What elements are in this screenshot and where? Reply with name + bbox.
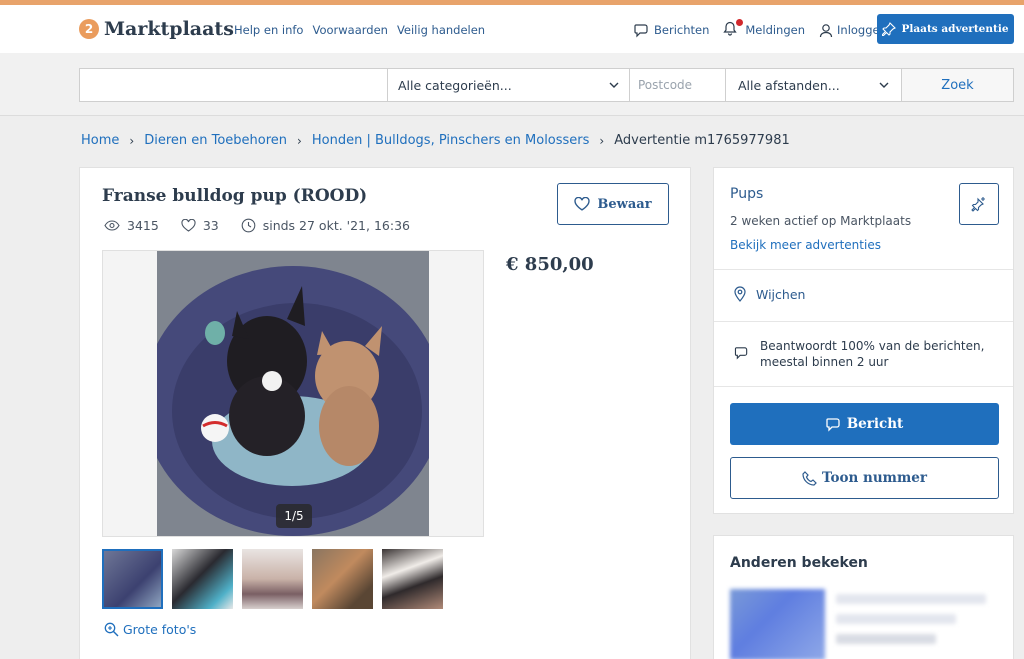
- distance-value: Alle afstanden...: [738, 77, 840, 93]
- since-stat: sinds 27 okt. '21, 16:36: [241, 218, 410, 233]
- place-ad-label: Plaats advertentie: [901, 23, 1009, 35]
- blurred-text: [836, 634, 936, 644]
- large-photos-label: Grote foto's: [123, 622, 197, 637]
- top-links: Help en info Voorwaarden Veilig handelen: [234, 23, 494, 37]
- logo-badge: 2: [79, 19, 99, 39]
- listing-stats: 3415 33 sinds 27 okt. '21, 16:36: [104, 218, 432, 233]
- user-icon: [819, 23, 833, 37]
- blurred-text: [836, 594, 986, 604]
- pin-icon: [882, 22, 897, 36]
- search-row: Alle categorieën... Postcode Alle afstan…: [79, 68, 1014, 102]
- thumbnail-2[interactable]: [172, 549, 233, 609]
- divider: [714, 386, 1013, 387]
- views-stat: 3415: [104, 218, 159, 233]
- chat-icon: [826, 417, 840, 432]
- favorites-stat: 33: [181, 218, 219, 233]
- follow-seller-button[interactable]: [959, 183, 999, 225]
- others-viewed-card: Anderen bekeken: [713, 535, 1014, 659]
- notifications-link[interactable]: Meldingen: [723, 19, 806, 39]
- photo-counter: 1/5: [276, 504, 312, 528]
- response-rate: Beantwoordt 100% van de berichten, meest…: [734, 338, 984, 370]
- seller-name[interactable]: Pups: [730, 186, 763, 202]
- notifications-label: Meldingen: [745, 23, 806, 37]
- thumbnail-4[interactable]: [312, 549, 373, 609]
- location-label: Wijchen: [756, 286, 806, 302]
- safe-trading-link[interactable]: Veilig handelen: [397, 23, 485, 37]
- category-value: Alle categorieën...: [398, 77, 512, 93]
- distance-select[interactable]: Alle afstanden...: [726, 69, 902, 101]
- chevron-right-icon: ›: [599, 133, 605, 148]
- seller-card: Pups 2 weken actief op Marktplaats Bekij…: [713, 167, 1014, 514]
- clock-icon: [241, 218, 256, 233]
- search-input[interactable]: [80, 69, 388, 101]
- thumbnail-strip: [102, 549, 452, 609]
- logo-text: Marktplaats: [104, 18, 234, 40]
- messages-label: Berichten: [654, 23, 710, 37]
- save-label: Bewaar: [597, 196, 652, 212]
- response-line-2: meestal binnen 2 uur: [760, 355, 889, 369]
- terms-link[interactable]: Voorwaarden: [312, 23, 387, 37]
- others-viewed-image[interactable]: [730, 589, 825, 659]
- site-header: 2 Marktplaats Help en info Voorwaarden V…: [0, 5, 1024, 53]
- divider: [714, 269, 1013, 270]
- thumbnail-5[interactable]: [382, 549, 443, 609]
- chevron-right-icon: ›: [129, 133, 135, 148]
- blurred-text: [836, 614, 956, 624]
- search-button[interactable]: Zoek: [902, 69, 1013, 101]
- listing-title: Franse bulldog pup (ROOD): [102, 186, 368, 206]
- breadcrumb-current: Advertentie m1765977981: [614, 133, 790, 148]
- photo-gallery[interactable]: 1/5: [102, 250, 484, 537]
- help-link[interactable]: Help en info: [234, 23, 303, 37]
- show-number-label: Toon nummer: [822, 470, 927, 486]
- heart-icon: [181, 219, 196, 232]
- main-photo[interactable]: [157, 251, 429, 536]
- divider: [714, 321, 1013, 322]
- postcode-input[interactable]: Postcode: [630, 69, 726, 101]
- place-ad-button[interactable]: Plaats advertentie: [877, 14, 1014, 44]
- response-line-1: Beantwoordt 100% van de berichten,: [760, 339, 985, 353]
- views-count: 3415: [127, 218, 159, 233]
- seller-location[interactable]: Wijchen: [734, 286, 805, 302]
- chevron-down-icon: [879, 82, 889, 88]
- phone-icon: [802, 470, 817, 486]
- notification-dot: [736, 19, 744, 26]
- breadcrumb-home[interactable]: Home: [81, 133, 119, 148]
- others-viewed-title: Anderen bekeken: [730, 555, 868, 571]
- pin-add-icon: [971, 197, 985, 212]
- price: € 850,00: [506, 254, 594, 275]
- marktplaats-logo[interactable]: 2 Marktplaats: [79, 18, 234, 40]
- search-bar: Alle categorieën... Postcode Alle afstan…: [0, 53, 1024, 116]
- message-button-label: Bericht: [846, 416, 904, 432]
- chevron-down-icon: [609, 82, 619, 88]
- show-number-button[interactable]: Toon nummer: [730, 457, 999, 499]
- breadcrumb: Home › Dieren en Toebehoren › Honden | B…: [81, 133, 790, 148]
- large-photos-link[interactable]: Grote foto's: [104, 622, 196, 637]
- thumbnail-3[interactable]: [242, 549, 303, 609]
- thumbnail-1[interactable]: [102, 549, 163, 609]
- eye-icon: [104, 220, 120, 231]
- puppies-photo: [157, 251, 429, 536]
- messages-link[interactable]: Berichten: [634, 23, 709, 38]
- chat-icon: [734, 347, 748, 360]
- save-button[interactable]: Bewaar: [557, 183, 669, 225]
- zoom-icon: [104, 622, 119, 637]
- breadcrumb-category[interactable]: Dieren en Toebehoren: [144, 133, 287, 148]
- more-ads-link[interactable]: Bekijk meer advertenties: [730, 238, 881, 252]
- since-date: sinds 27 okt. '21, 16:36: [262, 218, 410, 233]
- breadcrumb-subcategory[interactable]: Honden | Bulldogs, Pinschers en Molosser…: [312, 133, 590, 148]
- chevron-right-icon: ›: [297, 133, 302, 148]
- listing-card: Franse bulldog pup (ROOD) 3415 33 sinds …: [79, 167, 691, 659]
- favorites-count: 33: [202, 218, 219, 233]
- category-select[interactable]: Alle categorieën...: [388, 69, 630, 101]
- top-actions: Berichten Meldingen Inloggen: [634, 19, 901, 39]
- heart-icon: [574, 197, 591, 211]
- chat-icon: [634, 23, 648, 37]
- seller-active-since: 2 weken actief op Marktplaats: [730, 214, 912, 228]
- location-pin-icon: [734, 286, 746, 302]
- bell-icon: [723, 19, 744, 39]
- message-button[interactable]: Bericht: [730, 403, 999, 445]
